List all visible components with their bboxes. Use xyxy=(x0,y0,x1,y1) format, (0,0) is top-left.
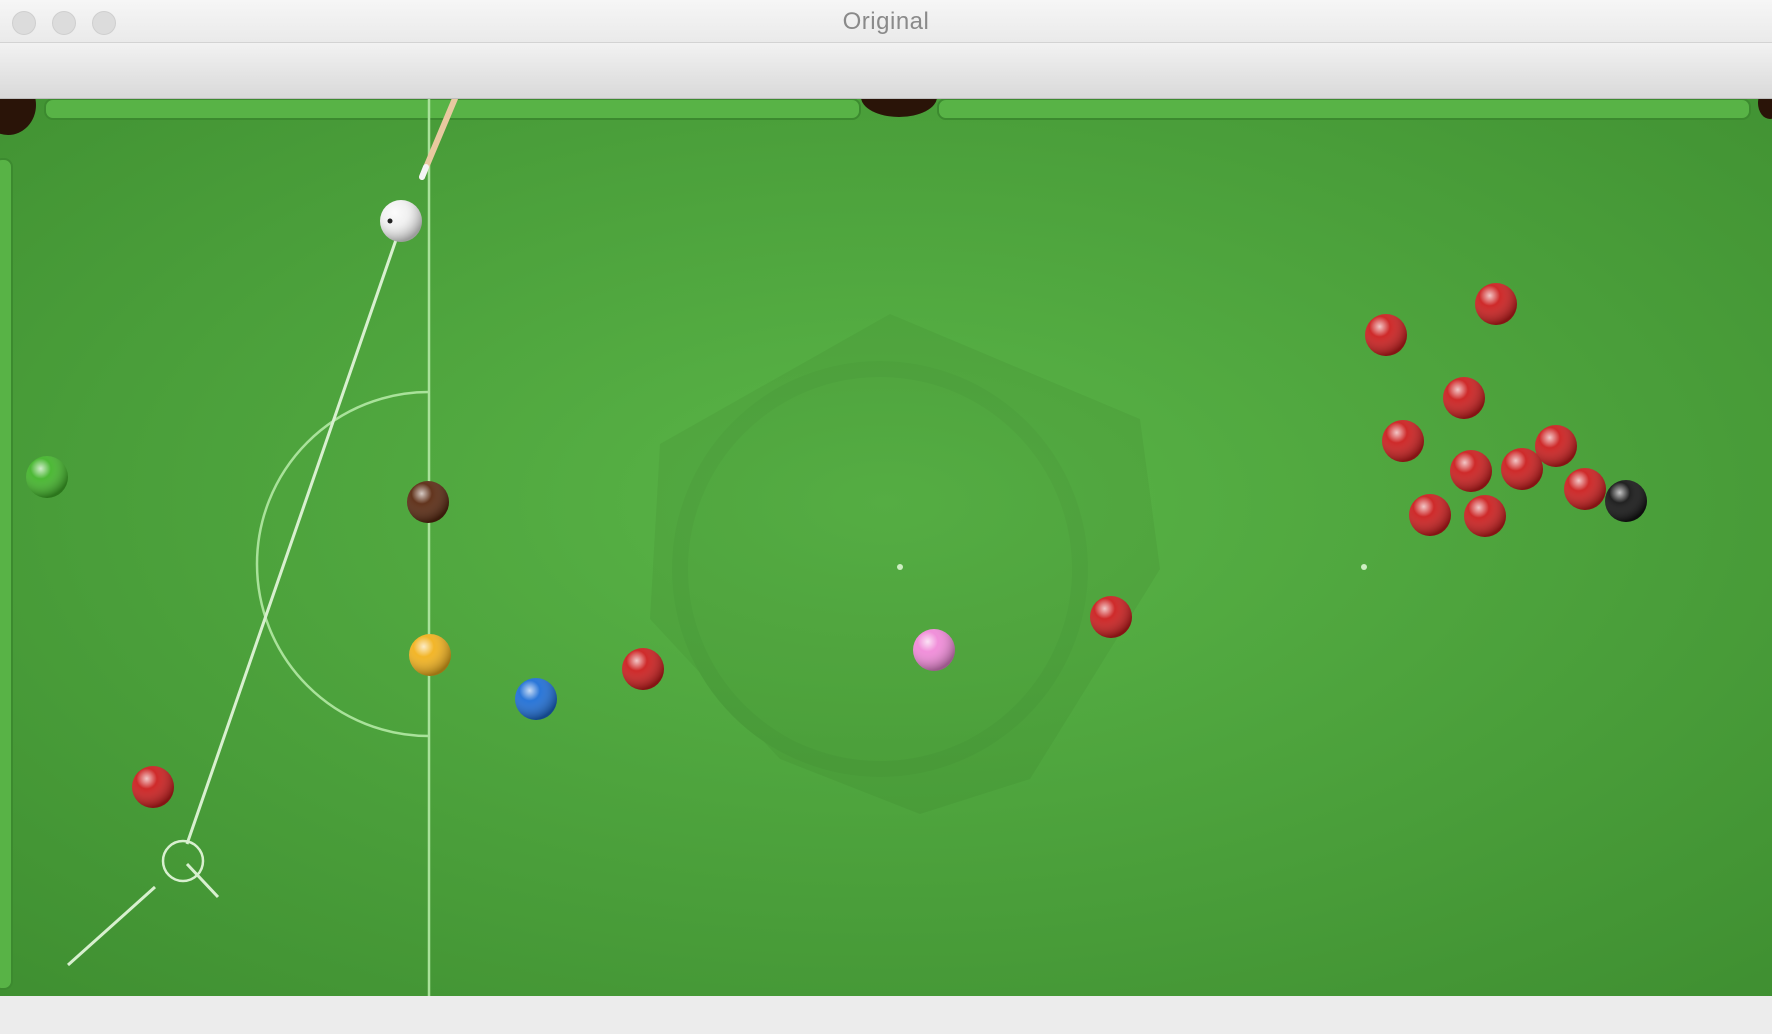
red-ball-2[interactable] xyxy=(622,648,664,690)
red-ball-8[interactable] xyxy=(1535,425,1577,467)
red-ball-6[interactable] xyxy=(1443,377,1485,419)
red-ball-12[interactable] xyxy=(1409,494,1451,536)
top-cushion-right xyxy=(937,99,1751,120)
red-ball-3[interactable] xyxy=(1090,596,1132,638)
red-ball-1[interactable] xyxy=(132,766,174,808)
red-ball-11[interactable] xyxy=(1564,468,1606,510)
blue-spot xyxy=(897,564,903,570)
window-titlebar: Original xyxy=(0,0,1772,43)
cue-ball[interactable] xyxy=(380,200,422,242)
red-ball-4[interactable] xyxy=(1365,314,1407,356)
black-ball[interactable] xyxy=(1605,480,1647,522)
pink-spot xyxy=(1361,564,1367,570)
window-toolbar xyxy=(0,43,1772,99)
pink-ball[interactable] xyxy=(913,629,955,671)
yellow-ball[interactable] xyxy=(409,634,451,676)
red-ball-5[interactable] xyxy=(1475,283,1517,325)
cue-tip xyxy=(419,164,429,180)
blue-ball[interactable] xyxy=(515,678,557,720)
red-ball-7[interactable] xyxy=(1382,420,1424,462)
green-ball[interactable] xyxy=(26,456,68,498)
left-cushion xyxy=(0,158,13,990)
brown-ball[interactable] xyxy=(407,481,449,523)
red-ball-13[interactable] xyxy=(1464,495,1506,537)
window-title: Original xyxy=(842,8,930,35)
red-ball-9[interactable] xyxy=(1450,450,1492,492)
red-ball-10[interactable] xyxy=(1501,448,1543,490)
snooker-table[interactable] xyxy=(0,99,1772,996)
window-bottom-bar xyxy=(0,996,1772,1034)
